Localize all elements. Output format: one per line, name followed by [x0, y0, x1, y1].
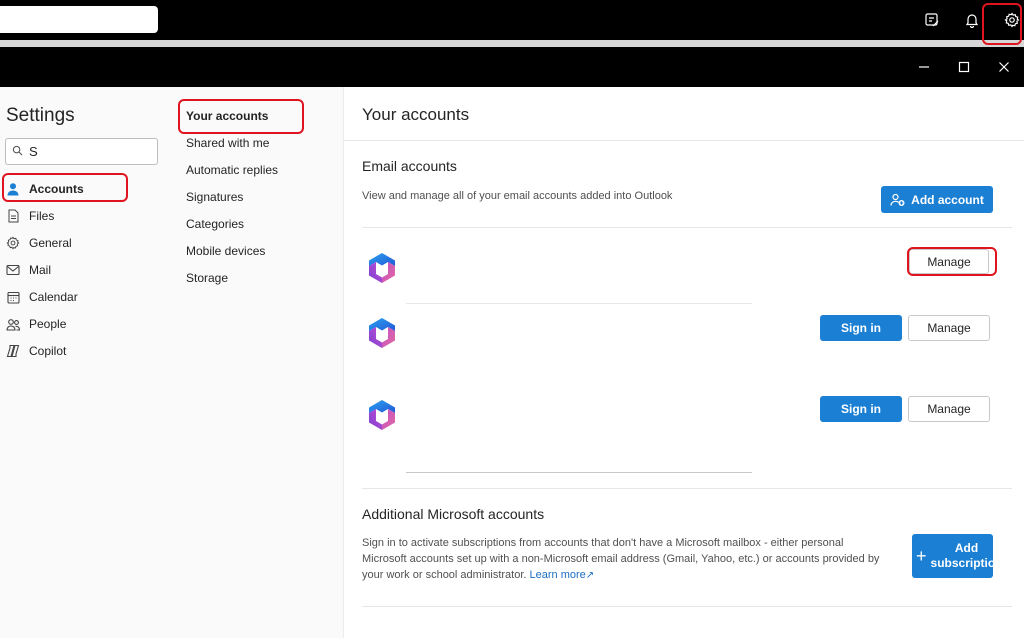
sidebar-item-general[interactable]: General: [5, 231, 165, 255]
external-link-icon: ↗: [585, 570, 595, 581]
divider: [362, 227, 1012, 228]
add-account-label: Add account: [911, 192, 984, 207]
add-subscription-line2: subscription: [930, 556, 993, 570]
subnav-shared-with-me[interactable]: Shared with me: [186, 133, 269, 153]
additional-accounts-description: Sign in to activate subscriptions from a…: [362, 535, 890, 584]
learn-more-link[interactable]: Learn more: [530, 569, 586, 581]
manage-button[interactable]: Manage: [908, 315, 990, 341]
sidebar-item-copilot[interactable]: Copilot: [5, 339, 165, 363]
divider: [362, 606, 1012, 607]
sidebar-item-people[interactable]: People: [5, 312, 165, 336]
sign-in-button[interactable]: Sign in: [820, 396, 902, 422]
additional-description-text: Sign in to activate subscriptions from a…: [362, 537, 880, 581]
add-account-button[interactable]: Add account: [881, 186, 993, 213]
sidebar-item-label: Copilot: [29, 344, 67, 358]
sidebar-item-mail[interactable]: Mail: [5, 258, 165, 282]
additional-accounts-title: Additional Microsoft accounts: [362, 506, 545, 522]
mail-icon: [5, 262, 21, 278]
main-panel: Your accounts Email accounts View and ma…: [343, 87, 1024, 638]
subnav-signatures[interactable]: Signatures: [186, 187, 243, 207]
plus-icon: +: [916, 545, 927, 566]
gear-icon[interactable]: [1000, 8, 1024, 32]
m365-logo-icon: [364, 250, 400, 286]
top-separator: [0, 40, 1024, 47]
sidebar-item-label: Mail: [29, 263, 52, 277]
settings-search-input[interactable]: S: [5, 138, 158, 165]
add-subscription-label: Add subscription: [931, 541, 993, 571]
sidebar-item-files[interactable]: Files: [5, 204, 165, 228]
page-title: Your accounts: [362, 105, 470, 124]
divider: [344, 140, 1024, 141]
subnav-your-accounts[interactable]: Your accounts: [186, 106, 268, 126]
email-accounts-description: View and manage all of your email accoun…: [362, 190, 673, 202]
search-value: S: [29, 144, 38, 159]
divider: [406, 472, 752, 473]
sidebar-item-label: Accounts: [29, 182, 84, 196]
manage-button[interactable]: Manage: [908, 396, 990, 422]
email-accounts-title: Email accounts: [362, 158, 457, 174]
add-subscription-button[interactable]: + Add subscription: [912, 534, 993, 578]
sidebar-item-label: Files: [29, 209, 55, 223]
manage-button[interactable]: Manage: [909, 249, 989, 274]
m365-logo-icon: [364, 315, 400, 351]
sidebar-item-calendar[interactable]: Calendar: [5, 285, 165, 309]
sidebar-item-accounts[interactable]: Accounts: [5, 177, 165, 201]
close-icon[interactable]: [992, 55, 1016, 79]
subnav-storage[interactable]: Storage: [186, 268, 228, 288]
m365-logo-icon: [364, 397, 400, 433]
settings-title: Settings: [6, 105, 75, 126]
sign-in-button[interactable]: Sign in: [820, 315, 902, 341]
add-person-icon: [890, 193, 906, 207]
divider: [362, 488, 1012, 489]
window-titlebar: [0, 47, 1024, 87]
minimize-icon[interactable]: [912, 55, 936, 79]
copilot-icon: [5, 343, 21, 359]
people-icon: [5, 316, 21, 332]
maximize-icon[interactable]: [952, 55, 976, 79]
sidebar-item-label: Calendar: [29, 290, 78, 304]
top-search-box[interactable]: [0, 6, 158, 33]
sidebar-item-label: People: [29, 317, 67, 331]
person-icon: [5, 181, 21, 197]
search-icon: [12, 144, 23, 159]
file-icon: [5, 208, 21, 224]
subnav-automatic-replies[interactable]: Automatic replies: [186, 160, 278, 180]
add-subscription-line1: Add: [954, 541, 979, 555]
accounts-subnav: Your accounts Shared with me Automatic r…: [172, 87, 343, 638]
subnav-mobile-devices[interactable]: Mobile devices: [186, 241, 265, 261]
top-bar: [0, 0, 1024, 40]
calendar-icon: [5, 289, 21, 305]
settings-sidebar: Settings S Accounts Files General Mail C: [0, 87, 172, 638]
divider: [406, 303, 752, 304]
sidebar-item-label: General: [29, 236, 72, 250]
bell-icon[interactable]: [960, 8, 984, 32]
compose-note-icon[interactable]: [920, 8, 944, 32]
subnav-categories[interactable]: Categories: [186, 214, 244, 234]
gear-icon: [5, 235, 21, 251]
